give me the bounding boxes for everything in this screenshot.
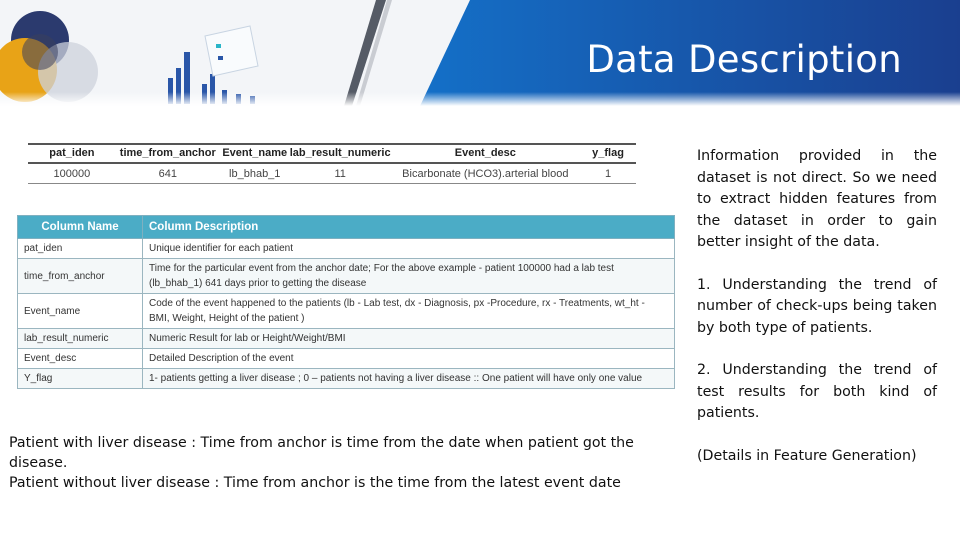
column-header: Event_desc <box>390 143 581 164</box>
point-one: 1. Understanding the trend of number of … <box>697 276 937 336</box>
table-cell: lb_bhab_1 <box>219 163 290 184</box>
page-title: Data Description <box>586 38 902 81</box>
note-no-liver-disease: Patient without liver disease : Time fro… <box>9 475 621 491</box>
column-name-cell: Event_desc <box>17 348 143 369</box>
table-row: Event_name Code of the event happened to… <box>17 293 675 329</box>
column-name-cell: Y_flag <box>17 368 143 389</box>
right-panel: Information provided in the dataset is n… <box>697 146 937 467</box>
slide: Data Description pat_iden time_from_anch… <box>0 0 960 540</box>
sample-header-row: pat_iden time_from_anchor Event_name lab… <box>28 143 636 164</box>
column-desc-cell: Unique identifier for each patient <box>142 238 675 259</box>
column-header: pat_iden <box>28 143 116 164</box>
column-name-cell: lab_result_numeric <box>17 328 143 349</box>
table-cell: Bicarbonate (HCO3).arterial blood <box>390 163 581 184</box>
column-desc-cell: 1- patients getting a liver disease ; 0 … <box>142 368 675 389</box>
column-header: Column Name <box>17 215 143 239</box>
column-header: Event_name <box>219 143 290 164</box>
point-two: 2. Understanding the trend of test resul… <box>697 362 937 421</box>
table-row: lab_result_numeric Numeric Result for la… <box>17 328 675 349</box>
table-cell: 100000 <box>28 163 116 184</box>
column-header: time_from_anchor <box>115 143 220 164</box>
column-desc-cell: Detailed Description of the event <box>142 348 675 369</box>
column-name-cell: pat_iden <box>17 238 143 259</box>
details-note: (Details in Feature Generation) <box>697 447 917 464</box>
table-row: pat_iden Unique identifier for each pati… <box>17 238 675 259</box>
table-cell: 641 <box>115 163 220 184</box>
intro-text: Information provided in the dataset is n… <box>697 148 937 250</box>
table-row: Event_desc Detailed Description of the e… <box>17 348 675 369</box>
column-name-cell: time_from_anchor <box>17 258 143 294</box>
table-cell: 11 <box>289 163 391 184</box>
column-header: Column Description <box>142 215 675 239</box>
column-desc-cell: Numeric Result for lab or Height/Weight/… <box>142 328 675 349</box>
anchor-notes: Patient with liver disease : Time from a… <box>9 433 689 493</box>
column-desc-cell: Code of the event happened to the patien… <box>142 293 675 329</box>
table-row: time_from_anchor Time for the particular… <box>17 258 675 294</box>
column-description-table: Column Name Column Description pat_iden … <box>17 215 675 389</box>
table-row: 100000 641 lb_bhab_1 11 Bicarbonate (HCO… <box>28 163 636 184</box>
desc-header-row: Column Name Column Description <box>17 215 675 239</box>
sample-data-table: pat_iden time_from_anchor Event_name lab… <box>28 143 636 184</box>
table-row: Y_flag 1- patients getting a liver disea… <box>17 368 675 389</box>
note-liver-disease: Patient with liver disease : Time from a… <box>9 435 634 471</box>
table-cell: 1 <box>580 163 636 184</box>
column-header: lab_result_numeric <box>289 143 391 164</box>
header-banner: Data Description <box>0 0 960 106</box>
column-header: y_flag <box>580 143 636 164</box>
column-desc-cell: Time for the particular event from the a… <box>142 258 675 294</box>
column-name-cell: Event_name <box>17 293 143 329</box>
